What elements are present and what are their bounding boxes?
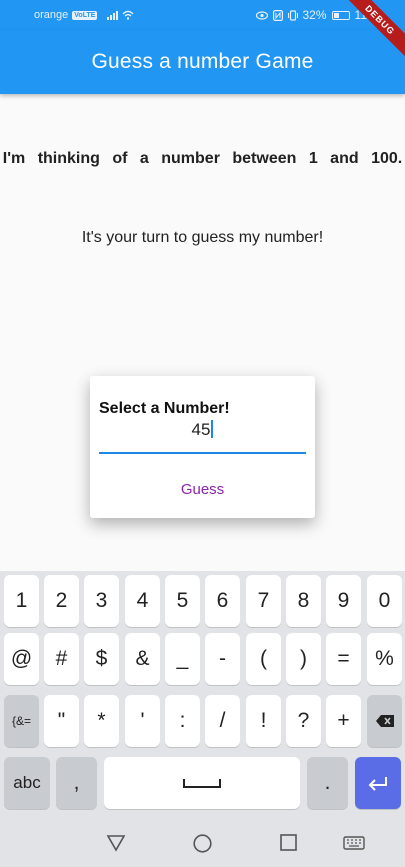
intro-text: I'm thinking of a number between 1 and 1… — [2, 150, 403, 167]
nfc-icon — [272, 9, 283, 21]
key-hash[interactable]: # — [44, 633, 79, 685]
key-double-quote[interactable]: " — [44, 695, 79, 747]
key-slash[interactable]: / — [205, 695, 240, 747]
key-5[interactable]: 5 — [165, 575, 200, 627]
key-close-paren[interactable]: ) — [286, 633, 321, 685]
navigation-bar — [0, 818, 405, 867]
guess-dialog: Select a Number! 45 Guess — [90, 376, 315, 518]
key-dollar[interactable]: $ — [84, 633, 119, 685]
wifi-icon — [122, 10, 134, 20]
status-left: orange VoLTE — [34, 9, 134, 21]
battery-percent: 32% — [302, 8, 327, 22]
app-bar: Guess a number Game — [0, 30, 405, 94]
key-open-paren[interactable]: ( — [246, 633, 281, 685]
space-icon — [183, 778, 221, 788]
key-6[interactable]: 6 — [205, 575, 240, 627]
key-9[interactable]: 9 — [326, 575, 361, 627]
key-at[interactable]: @ — [4, 633, 39, 685]
battery-icon — [331, 10, 350, 20]
network-badge: VoLTE — [72, 10, 98, 20]
key-4[interactable]: 4 — [125, 575, 160, 627]
status-bar: orange VoLTE 32% 11:3 — [0, 0, 405, 30]
key-8[interactable]: 8 — [286, 575, 321, 627]
text-cursor — [211, 420, 214, 438]
key-exclamation[interactable]: ! — [246, 695, 281, 747]
input-text: 45 — [191, 420, 211, 439]
key-ampersand[interactable]: & — [125, 633, 160, 685]
key-equals[interactable]: = — [326, 633, 361, 685]
enter-icon — [368, 777, 387, 791]
key-asterisk[interactable]: * — [84, 695, 119, 747]
key-period[interactable]: . — [307, 757, 348, 809]
space-key[interactable] — [104, 757, 300, 809]
key-7[interactable]: 7 — [246, 575, 281, 627]
key-percent[interactable]: % — [367, 633, 402, 685]
enter-key[interactable] — [355, 757, 401, 809]
carrier-label: orange — [34, 9, 69, 21]
key-0[interactable]: 0 — [367, 575, 402, 627]
home-circle-icon[interactable] — [193, 834, 212, 853]
key-hyphen[interactable]: - — [205, 633, 240, 685]
back-triangle-icon[interactable] — [106, 834, 126, 852]
guess-button[interactable]: Guess — [150, 476, 255, 504]
key-more-symbols[interactable]: {&= — [4, 695, 39, 747]
eye-icon — [255, 10, 268, 20]
backspace-icon — [375, 715, 394, 727]
key-1[interactable]: 1 — [4, 575, 39, 627]
keyboard: 1 2 3 4 5 6 7 8 9 0 @ # $ & _ - ( ) = % … — [0, 571, 405, 818]
key-comma[interactable]: , — [56, 757, 97, 809]
turn-text: It's your turn to guess my number! — [81, 229, 324, 246]
key-underscore[interactable]: _ — [165, 633, 200, 685]
signal-icon — [107, 10, 119, 20]
number-input[interactable]: 45 — [99, 418, 306, 454]
key-abc[interactable]: abc — [4, 757, 50, 809]
keyboard-icon[interactable] — [343, 836, 365, 850]
backspace-key[interactable] — [367, 695, 402, 747]
key-colon[interactable]: : — [165, 695, 200, 747]
key-3[interactable]: 3 — [84, 575, 119, 627]
vibrate-icon — [287, 9, 298, 21]
key-plus[interactable]: + — [326, 695, 361, 747]
key-2[interactable]: 2 — [44, 575, 79, 627]
page-title: Guess a number Game — [91, 50, 314, 73]
number-input-value: 45 — [99, 420, 306, 440]
key-question[interactable]: ? — [286, 695, 321, 747]
recents-square-icon[interactable] — [280, 834, 297, 851]
key-apostrophe[interactable]: ' — [125, 695, 160, 747]
dialog-title: Select a Number! — [99, 400, 230, 417]
